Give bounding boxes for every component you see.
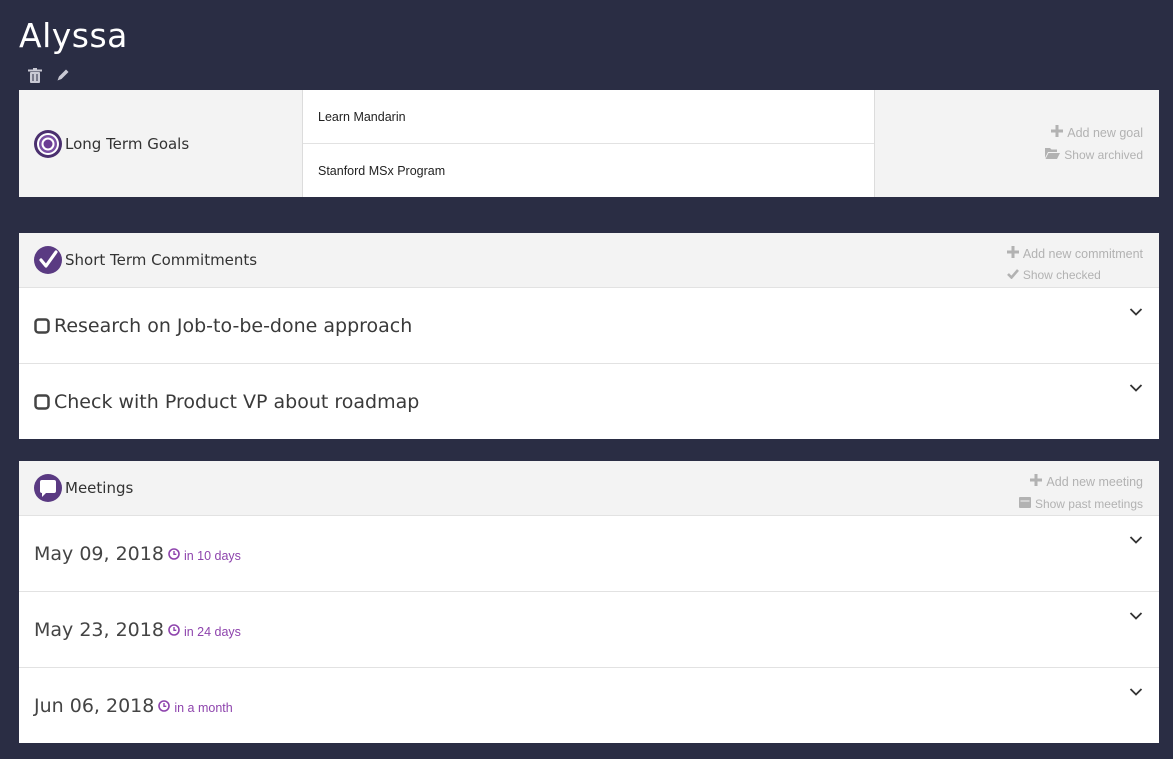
goal-item[interactable]: Stanford MSx Program: [303, 143, 874, 197]
speech-bubble-icon: [33, 473, 63, 503]
commitments-header: Short Term Commitments Add new commitmen…: [19, 233, 1159, 287]
long-term-goals-card: Long Term Goals Learn Mandarin Stanford …: [19, 90, 1159, 197]
goals-label-cell: Long Term Goals: [19, 90, 303, 197]
title-actions: [28, 68, 72, 84]
add-meeting-label: Add new meeting: [1046, 474, 1143, 489]
chevron-down-icon[interactable]: [1129, 380, 1143, 392]
check-icon: [1006, 268, 1019, 282]
chevron-down-icon[interactable]: [1129, 684, 1143, 696]
commitments-actions: Add new commitment Show checked: [1006, 246, 1143, 282]
commitment-row[interactable]: Check with Product VP about roadmap: [19, 363, 1159, 439]
folder-open-icon: [1045, 147, 1061, 162]
clock-icon: [168, 624, 180, 639]
meeting-row[interactable]: Jun 06, 2018 in a month: [19, 667, 1159, 743]
goals-list: Learn Mandarin Stanford MSx Program: [303, 90, 875, 197]
show-past-meetings-button[interactable]: Show past meetings: [1018, 496, 1143, 511]
calendar-icon: [1018, 496, 1031, 511]
meeting-date: Jun 06, 2018: [34, 694, 155, 717]
meetings-card: Meetings Add new meeting Show past meeti…: [19, 461, 1159, 743]
goals-actions: Add new goal Show archived: [875, 90, 1159, 197]
meeting-date: May 09, 2018: [34, 542, 164, 565]
meetings-header: Meetings Add new meeting Show past meeti…: [19, 461, 1159, 515]
commitment-text: Research on Job-to-be-done approach: [54, 314, 413, 337]
commitment-text: Check with Product VP about roadmap: [54, 390, 420, 413]
relative-time-label: in 24 days: [183, 624, 241, 639]
checkbox-icon[interactable]: [34, 317, 50, 334]
meeting-relative-time: in 10 days: [168, 548, 241, 563]
add-goal-label: Add new goal: [1067, 125, 1143, 140]
meeting-relative-time: in 24 days: [168, 624, 241, 639]
add-commitment-label: Add new commitment: [1022, 246, 1143, 261]
relative-time-label: in 10 days: [183, 548, 241, 563]
commitment-row[interactable]: Research on Job-to-be-done approach: [19, 287, 1159, 363]
clock-icon: [168, 548, 180, 563]
add-goal-button[interactable]: Add new goal: [1051, 125, 1143, 140]
show-checked-button[interactable]: Show checked: [1006, 268, 1101, 282]
chevron-down-icon[interactable]: [1129, 532, 1143, 544]
show-archived-label: Show archived: [1064, 147, 1143, 162]
meeting-row[interactable]: May 23, 2018 in 24 days: [19, 591, 1159, 667]
meetings-section-label: Meetings: [65, 479, 134, 497]
meeting-date: May 23, 2018: [34, 618, 164, 641]
add-commitment-button[interactable]: Add new commitment: [1006, 246, 1143, 261]
page-title: Alyssa: [19, 16, 128, 55]
show-past-meetings-label: Show past meetings: [1034, 496, 1143, 511]
goals-section-label: Long Term Goals: [65, 134, 190, 153]
relative-time-label: in a month: [174, 700, 233, 715]
plus-icon: [1051, 125, 1064, 140]
commitments-section-label: Short Term Commitments: [65, 251, 258, 269]
show-archived-button[interactable]: Show archived: [1045, 147, 1143, 162]
meeting-relative-time: in a month: [158, 700, 233, 715]
clock-icon: [158, 700, 171, 715]
target-icon: [33, 129, 63, 159]
goal-item[interactable]: Learn Mandarin: [303, 90, 874, 143]
show-checked-label: Show checked: [1022, 268, 1101, 282]
checkmark-icon: [33, 245, 63, 275]
add-meeting-button[interactable]: Add new meeting: [1030, 474, 1143, 489]
short-term-commitments-card: Short Term Commitments Add new commitmen…: [19, 233, 1159, 439]
meeting-row[interactable]: May 09, 2018 in 10 days: [19, 515, 1159, 591]
chevron-down-icon[interactable]: [1129, 304, 1143, 316]
plus-icon: [1030, 474, 1043, 489]
pencil-icon[interactable]: [56, 68, 72, 84]
chevron-down-icon[interactable]: [1129, 608, 1143, 620]
plus-icon: [1006, 246, 1019, 261]
trash-icon[interactable]: [28, 68, 44, 84]
meetings-actions: Add new meeting Show past meetings: [1018, 474, 1143, 511]
checkbox-icon[interactable]: [34, 393, 50, 410]
